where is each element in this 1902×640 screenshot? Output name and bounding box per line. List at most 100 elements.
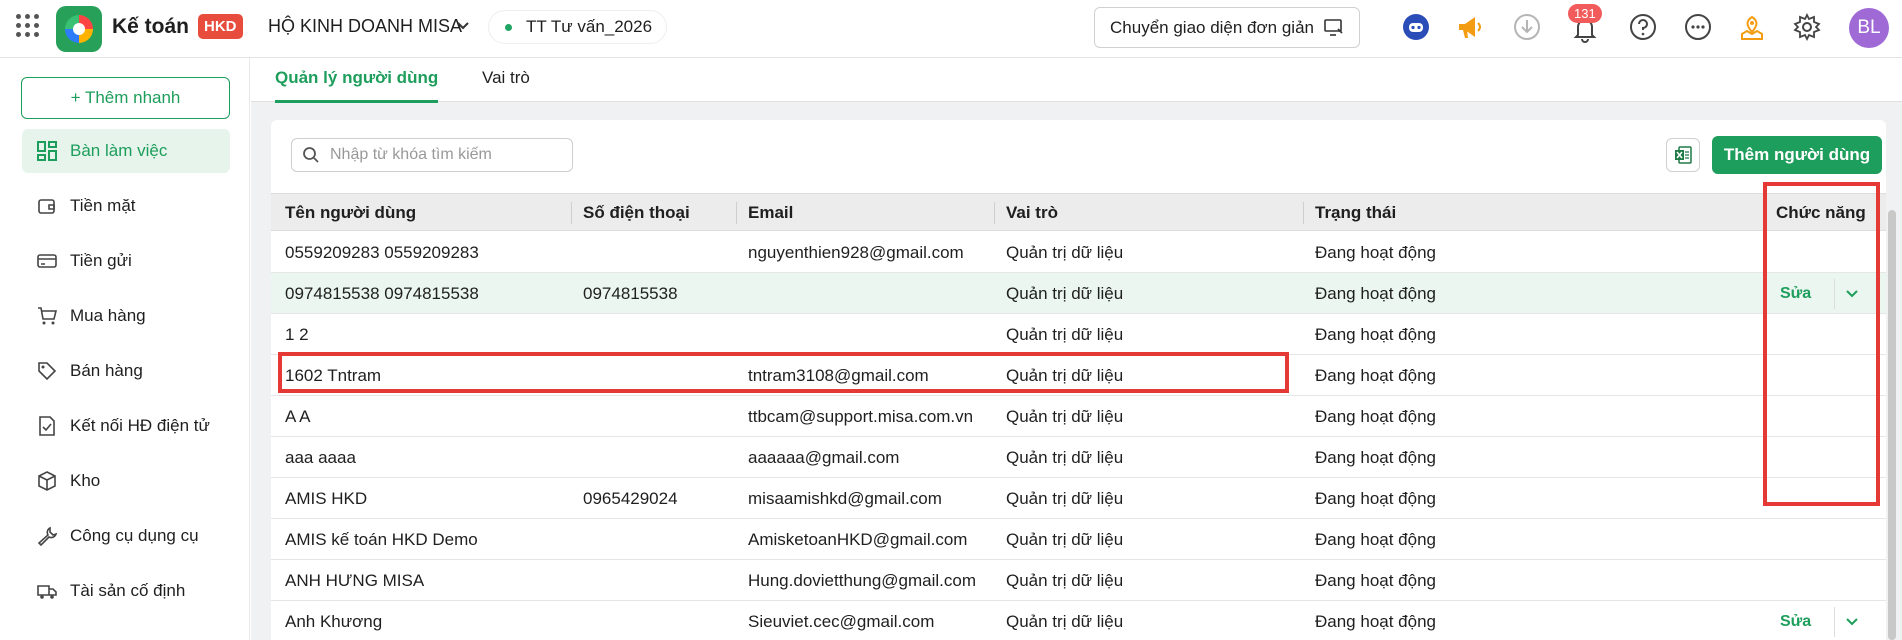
table-row[interactable]: AMIS HKD 0965429024 misaamishkd@gmail.com Q… (271, 478, 1886, 519)
column-header-phone[interactable]: Số điện thoại (583, 203, 690, 223)
edit-button[interactable]: Sửa (1780, 285, 1811, 303)
table-row[interactable]: Anh Khương Sieuviet.cec@gmail.com Quản trị… (271, 601, 1886, 640)
cell-role: Quản trị dữ liệu (1006, 407, 1124, 426)
cell-role: Quản trị dữ liệu (1006, 243, 1124, 262)
tag-icon (36, 360, 58, 382)
sidebar-item-label: Tài sản cố định (70, 581, 186, 600)
switch-ui-label: Chuyển giao diện đơn giản (1110, 17, 1314, 37)
sidebar-item-sales[interactable]: Bán hàng (22, 349, 230, 393)
cell-name: 0974815538 0974815538 (285, 284, 479, 303)
cell-phone: 0974815538 (583, 284, 678, 303)
sidebar-item-tools[interactable]: Công cụ dụng cụ (22, 514, 230, 558)
cell-name: AMIS kế toán HKD Demo (285, 530, 478, 549)
sidebar-item-deposits[interactable]: Tiền gửi (22, 239, 230, 283)
sidebar-item-label: Bàn làm việc (70, 141, 168, 160)
row-actions-dropdown[interactable] (1834, 607, 1868, 637)
cell-email: AmisketoanHKD@gmail.com (748, 530, 968, 549)
sidebar-item-label: Mua hàng (70, 306, 146, 325)
megaphone-icon[interactable] (1455, 12, 1485, 42)
gear-icon[interactable] (1792, 12, 1822, 42)
sidebar-item-dashboard[interactable]: Bàn làm việc (22, 129, 230, 173)
column-header-name[interactable]: Tên người dùng (285, 203, 416, 223)
environment-selector[interactable]: TT Tư vấn_2026 (488, 10, 668, 44)
wallet-icon (36, 195, 58, 217)
sidebar-item-cash[interactable]: Tiền mặt (22, 184, 230, 228)
cell-status: Đang hoạt động (1315, 243, 1436, 262)
column-header-role[interactable]: Vai trò (1006, 203, 1058, 223)
sidebar-item-label: Công cụ dụng cụ (70, 526, 199, 545)
hkd-badge: HKD (198, 14, 243, 39)
cell-email: Sieuviet.cec@gmail.com (748, 612, 935, 631)
apps-grid-icon[interactable] (16, 14, 40, 38)
table-row[interactable]: 1 2 Quản trị dữ liệu Đang hoạt động (271, 314, 1886, 355)
column-divider[interactable] (736, 202, 737, 224)
cell-email: tntram3108@gmail.com (748, 366, 929, 385)
dashboard-icon (36, 140, 58, 162)
cell-role: Quản trị dữ liệu (1006, 612, 1124, 631)
sidebar-item-label: Tiền gửi (70, 251, 132, 270)
tab-roles[interactable]: Vai trò (482, 68, 530, 100)
excel-icon (1675, 146, 1692, 164)
add-user-button[interactable]: Thêm người dùng (1712, 136, 1882, 174)
wrench-icon (36, 525, 58, 547)
sidebar-item-label: Kho (70, 471, 101, 490)
main-content: Quản lý người dùng Vai trò Thêm người dù… (251, 58, 1902, 640)
edit-button[interactable]: Sửa (1780, 613, 1811, 631)
company-selector[interactable]: HỘ KINH DOANH MISA (268, 16, 462, 37)
monitor-icon (1324, 18, 1343, 36)
box-icon (36, 470, 58, 492)
column-divider[interactable] (571, 202, 572, 224)
vertical-scrollbar[interactable] (1888, 210, 1896, 640)
top-bar: Kế toán HKD HỘ KINH DOANH MISA TT Tư vấn… (0, 0, 1902, 58)
chevron-down-icon (1845, 290, 1858, 298)
app-name: Kế toán (112, 15, 190, 38)
search-box[interactable] (291, 138, 573, 172)
environment-label: TT Tư vấn_2026 (526, 17, 653, 36)
column-header-actions: Chức năng (1776, 203, 1866, 222)
cell-phone: 0965429024 (583, 489, 678, 508)
switch-ui-button[interactable]: Chuyển giao diện đơn giản (1094, 7, 1360, 48)
cell-email: aaaaaa@gmail.com (748, 448, 900, 467)
cell-email: Hung.dovietthung@gmail.com (748, 571, 976, 590)
export-excel-button[interactable] (1666, 138, 1700, 172)
cell-role: Quản trị dữ liệu (1006, 448, 1124, 467)
table-row[interactable]: AMIS kế toán HKD Demo AmisketoanHKD@gmail… (271, 519, 1886, 560)
table-row[interactable]: 0559209283 0559209283 nguyenthien928@gmai… (271, 232, 1886, 273)
search-icon (303, 147, 319, 163)
quick-add-button[interactable]: + Thêm nhanh (21, 77, 230, 119)
column-divider[interactable] (1303, 202, 1304, 224)
notification-count-badge: 131 (1568, 4, 1602, 23)
search-input[interactable] (330, 146, 560, 164)
cell-status: Đang hoạt động (1315, 407, 1436, 426)
table-row[interactable]: 1602 Tntram tntram3108@gmail.com Quản trị … (271, 355, 1886, 396)
more-icon[interactable] (1683, 12, 1713, 42)
table-row[interactable]: ANH HƯNG MISA Hung.dovietthung@gmail.com Q… (271, 560, 1886, 601)
cell-role: Quản trị dữ liệu (1006, 325, 1124, 344)
avatar[interactable]: BL (1849, 8, 1889, 48)
sidebar-item-e-invoice[interactable]: Kết nối HĐ điện tử (22, 404, 230, 448)
sidebar-item-warehouse[interactable]: Kho (22, 459, 230, 503)
cell-role: Quản trị dữ liệu (1006, 366, 1124, 385)
cell-email: misaamishkd@gmail.com (748, 489, 942, 508)
column-divider[interactable] (994, 202, 995, 224)
help-icon[interactable] (1628, 12, 1658, 42)
cell-name: 0559209283 0559209283 (285, 243, 479, 262)
table-row[interactable]: 0974815538 0974815538 0974815538 Quản trị … (271, 273, 1886, 314)
cell-name: 1602 Tntram (285, 366, 382, 385)
sidebar: + Thêm nhanh Bàn làm việc Tiền mặt Tiền … (0, 58, 250, 640)
tab-user-management[interactable]: Quản lý người dùng (275, 68, 439, 103)
table-row[interactable]: aaa aaaa aaaaaa@gmail.com Quản trị dữ liệu… (271, 437, 1886, 478)
column-header-email[interactable]: Email (748, 203, 793, 223)
chevron-down-icon[interactable] (456, 18, 470, 34)
cell-status: Đang hoạt động (1315, 366, 1436, 385)
row-actions-dropdown[interactable] (1834, 279, 1868, 309)
table-row[interactable]: A A ttbcam@support.misa.com.vn Quản trị dữ… (271, 396, 1886, 437)
sidebar-item-purchasing[interactable]: Mua hàng (22, 294, 230, 338)
column-header-status[interactable]: Trạng thái (1315, 203, 1396, 223)
bot-icon[interactable] (1401, 12, 1431, 42)
download-icon[interactable] (1512, 12, 1542, 42)
map-pin-icon[interactable] (1737, 12, 1767, 42)
cell-status: Đang hoạt động (1315, 284, 1436, 303)
sidebar-item-fixed-assets[interactable]: Tài sản cố định (22, 569, 230, 613)
cell-email: nguyenthien928@gmail.com (748, 243, 964, 262)
